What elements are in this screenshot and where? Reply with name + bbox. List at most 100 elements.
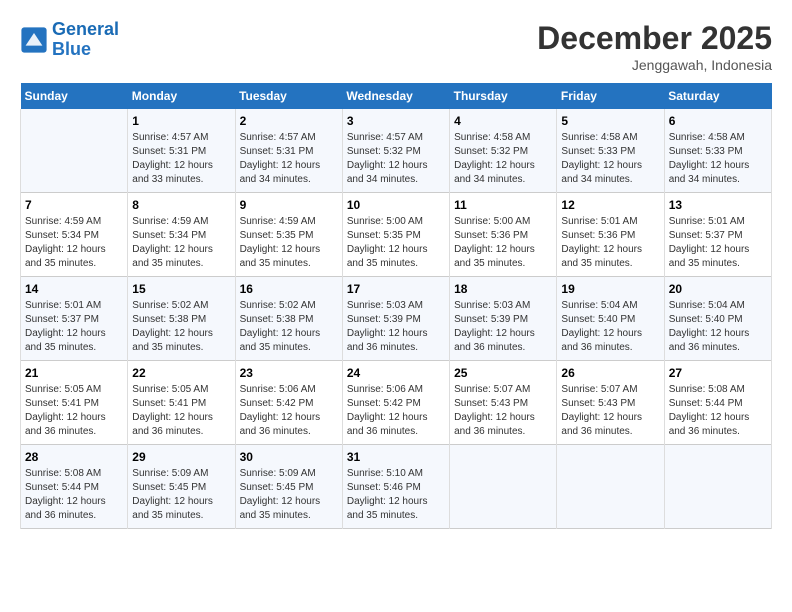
day-info: Sunrise: 4:59 AMSunset: 5:34 PMDaylight:… xyxy=(132,215,230,271)
calendar-header: SundayMondayTuesdayWednesdayThursdayFrid… xyxy=(21,83,772,109)
weekday-header: Friday xyxy=(557,83,664,109)
calendar-cell: 1 Sunrise: 4:57 AMSunset: 5:31 PMDaylight… xyxy=(128,109,235,193)
day-number: 19 xyxy=(561,282,659,296)
calendar-cell: 23 Sunrise: 5:06 AMSunset: 5:42 PMDayligh… xyxy=(235,361,342,445)
day-info: Sunrise: 5:05 AMSunset: 5:41 PMDaylight:… xyxy=(25,383,123,439)
day-info: Sunrise: 5:02 AMSunset: 5:38 PMDaylight:… xyxy=(132,299,230,355)
logo-line1: General xyxy=(52,19,119,39)
calendar-cell: 17 Sunrise: 5:03 AMSunset: 5:39 PMDayligh… xyxy=(342,277,449,361)
day-number: 1 xyxy=(132,114,230,128)
day-info: Sunrise: 5:01 AMSunset: 5:37 PMDaylight:… xyxy=(669,215,767,271)
day-number: 30 xyxy=(240,450,338,464)
day-info: Sunrise: 4:57 AMSunset: 5:31 PMDaylight:… xyxy=(132,131,230,187)
day-info: Sunrise: 4:58 AMSunset: 5:33 PMDaylight:… xyxy=(561,131,659,187)
calendar-cell: 14Sunrise: 5:01 AMSunset: 5:37 PMDayligh… xyxy=(21,277,128,361)
day-info: Sunrise: 5:08 AMSunset: 5:44 PMDaylight:… xyxy=(669,383,767,439)
calendar-cell: 7 Sunrise: 4:59 AMSunset: 5:34 PMDaylight… xyxy=(21,193,128,277)
calendar-cell xyxy=(21,109,128,193)
weekday-header: Sunday xyxy=(21,83,128,109)
day-number: 28 xyxy=(25,450,123,464)
day-number: 6 xyxy=(669,114,767,128)
day-info: Sunrise: 5:06 AMSunset: 5:42 PMDaylight:… xyxy=(347,383,445,439)
day-number: 20 xyxy=(669,282,767,296)
page-header: General Blue December 2025 Jenggawah, In… xyxy=(20,20,772,73)
day-number: 9 xyxy=(240,198,338,212)
calendar-cell xyxy=(450,445,557,529)
day-number: 3 xyxy=(347,114,445,128)
day-number: 31 xyxy=(347,450,445,464)
day-number: 25 xyxy=(454,366,552,380)
day-info: Sunrise: 5:00 AMSunset: 5:35 PMDaylight:… xyxy=(347,215,445,271)
day-number: 23 xyxy=(240,366,338,380)
day-number: 18 xyxy=(454,282,552,296)
calendar-cell: 26Sunrise: 5:07 AMSunset: 5:43 PMDayligh… xyxy=(557,361,664,445)
location-subtitle: Jenggawah, Indonesia xyxy=(537,57,772,73)
calendar-cell: 8 Sunrise: 4:59 AMSunset: 5:34 PMDaylight… xyxy=(128,193,235,277)
calendar-cell: 11Sunrise: 5:00 AMSunset: 5:36 PMDayligh… xyxy=(450,193,557,277)
weekday-header-row: SundayMondayTuesdayWednesdayThursdayFrid… xyxy=(21,83,772,109)
weekday-header: Saturday xyxy=(664,83,771,109)
calendar-cell: 2 Sunrise: 4:57 AMSunset: 5:31 PMDaylight… xyxy=(235,109,342,193)
day-info: Sunrise: 4:57 AMSunset: 5:32 PMDaylight:… xyxy=(347,131,445,187)
day-number: 13 xyxy=(669,198,767,212)
day-info: Sunrise: 5:00 AMSunset: 5:36 PMDaylight:… xyxy=(454,215,552,271)
day-info: Sunrise: 5:05 AMSunset: 5:41 PMDaylight:… xyxy=(132,383,230,439)
day-info: Sunrise: 5:01 AMSunset: 5:36 PMDaylight:… xyxy=(561,215,659,271)
calendar-week-row: 1 Sunrise: 4:57 AMSunset: 5:31 PMDaylight… xyxy=(21,109,772,193)
calendar-cell: 30Sunrise: 5:09 AMSunset: 5:45 PMDayligh… xyxy=(235,445,342,529)
day-number: 2 xyxy=(240,114,338,128)
calendar-cell: 4Sunrise: 4:58 AMSunset: 5:32 PMDaylight… xyxy=(450,109,557,193)
weekday-header: Tuesday xyxy=(235,83,342,109)
calendar-week-row: 7 Sunrise: 4:59 AMSunset: 5:34 PMDaylight… xyxy=(21,193,772,277)
calendar-cell: 18 Sunrise: 5:03 AMSunset: 5:39 PMDayligh… xyxy=(450,277,557,361)
day-info: Sunrise: 5:02 AMSunset: 5:38 PMDaylight:… xyxy=(240,299,338,355)
day-info: Sunrise: 4:59 AMSunset: 5:34 PMDaylight:… xyxy=(25,215,123,271)
day-number: 8 xyxy=(132,198,230,212)
calendar-cell: 6Sunrise: 4:58 AMSunset: 5:33 PMDaylight… xyxy=(664,109,771,193)
logo-icon xyxy=(20,26,48,54)
calendar-cell: 24 Sunrise: 5:06 AMSunset: 5:42 PMDayligh… xyxy=(342,361,449,445)
day-number: 24 xyxy=(347,366,445,380)
calendar-week-row: 14Sunrise: 5:01 AMSunset: 5:37 PMDayligh… xyxy=(21,277,772,361)
calendar-cell: 9 Sunrise: 4:59 AMSunset: 5:35 PMDaylight… xyxy=(235,193,342,277)
day-info: Sunrise: 5:06 AMSunset: 5:42 PMDaylight:… xyxy=(240,383,338,439)
calendar-cell: 16Sunrise: 5:02 AMSunset: 5:38 PMDayligh… xyxy=(235,277,342,361)
calendar-week-row: 21Sunrise: 5:05 AMSunset: 5:41 PMDayligh… xyxy=(21,361,772,445)
calendar-cell: 20Sunrise: 5:04 AMSunset: 5:40 PMDayligh… xyxy=(664,277,771,361)
day-info: Sunrise: 5:08 AMSunset: 5:44 PMDaylight:… xyxy=(25,467,123,523)
day-number: 7 xyxy=(25,198,123,212)
logo-line2: Blue xyxy=(52,39,91,59)
calendar-cell: 29Sunrise: 5:09 AMSunset: 5:45 PMDayligh… xyxy=(128,445,235,529)
calendar-cell xyxy=(557,445,664,529)
day-info: Sunrise: 5:03 AMSunset: 5:39 PMDaylight:… xyxy=(347,299,445,355)
calendar-cell: 27 Sunrise: 5:08 AMSunset: 5:44 PMDayligh… xyxy=(664,361,771,445)
day-info: Sunrise: 5:09 AMSunset: 5:45 PMDaylight:… xyxy=(132,467,230,523)
day-info: Sunrise: 5:04 AMSunset: 5:40 PMDaylight:… xyxy=(561,299,659,355)
calendar-cell: 19 Sunrise: 5:04 AMSunset: 5:40 PMDayligh… xyxy=(557,277,664,361)
day-number: 15 xyxy=(132,282,230,296)
day-number: 14 xyxy=(25,282,123,296)
calendar-cell: 21Sunrise: 5:05 AMSunset: 5:41 PMDayligh… xyxy=(21,361,128,445)
weekday-header: Wednesday xyxy=(342,83,449,109)
calendar-cell: 22 Sunrise: 5:05 AMSunset: 5:41 PMDayligh… xyxy=(128,361,235,445)
title-block: December 2025 Jenggawah, Indonesia xyxy=(537,20,772,73)
calendar-cell: 5 Sunrise: 4:58 AMSunset: 5:33 PMDaylight… xyxy=(557,109,664,193)
calendar-cell: 13 Sunrise: 5:01 AMSunset: 5:37 PMDayligh… xyxy=(664,193,771,277)
day-number: 22 xyxy=(132,366,230,380)
day-number: 27 xyxy=(669,366,767,380)
day-number: 26 xyxy=(561,366,659,380)
day-info: Sunrise: 5:03 AMSunset: 5:39 PMDaylight:… xyxy=(454,299,552,355)
day-info: Sunrise: 4:58 AMSunset: 5:32 PMDaylight:… xyxy=(454,131,552,187)
day-number: 5 xyxy=(561,114,659,128)
day-info: Sunrise: 4:59 AMSunset: 5:35 PMDaylight:… xyxy=(240,215,338,271)
weekday-header: Monday xyxy=(128,83,235,109)
day-info: Sunrise: 4:57 AMSunset: 5:31 PMDaylight:… xyxy=(240,131,338,187)
calendar-cell: 28 Sunrise: 5:08 AMSunset: 5:44 PMDayligh… xyxy=(21,445,128,529)
day-number: 10 xyxy=(347,198,445,212)
day-number: 17 xyxy=(347,282,445,296)
calendar-cell: 25 Sunrise: 5:07 AMSunset: 5:43 PMDayligh… xyxy=(450,361,557,445)
calendar-cell: 3 Sunrise: 4:57 AMSunset: 5:32 PMDaylight… xyxy=(342,109,449,193)
day-number: 12 xyxy=(561,198,659,212)
day-info: Sunrise: 5:07 AMSunset: 5:43 PMDaylight:… xyxy=(454,383,552,439)
calendar-cell xyxy=(664,445,771,529)
